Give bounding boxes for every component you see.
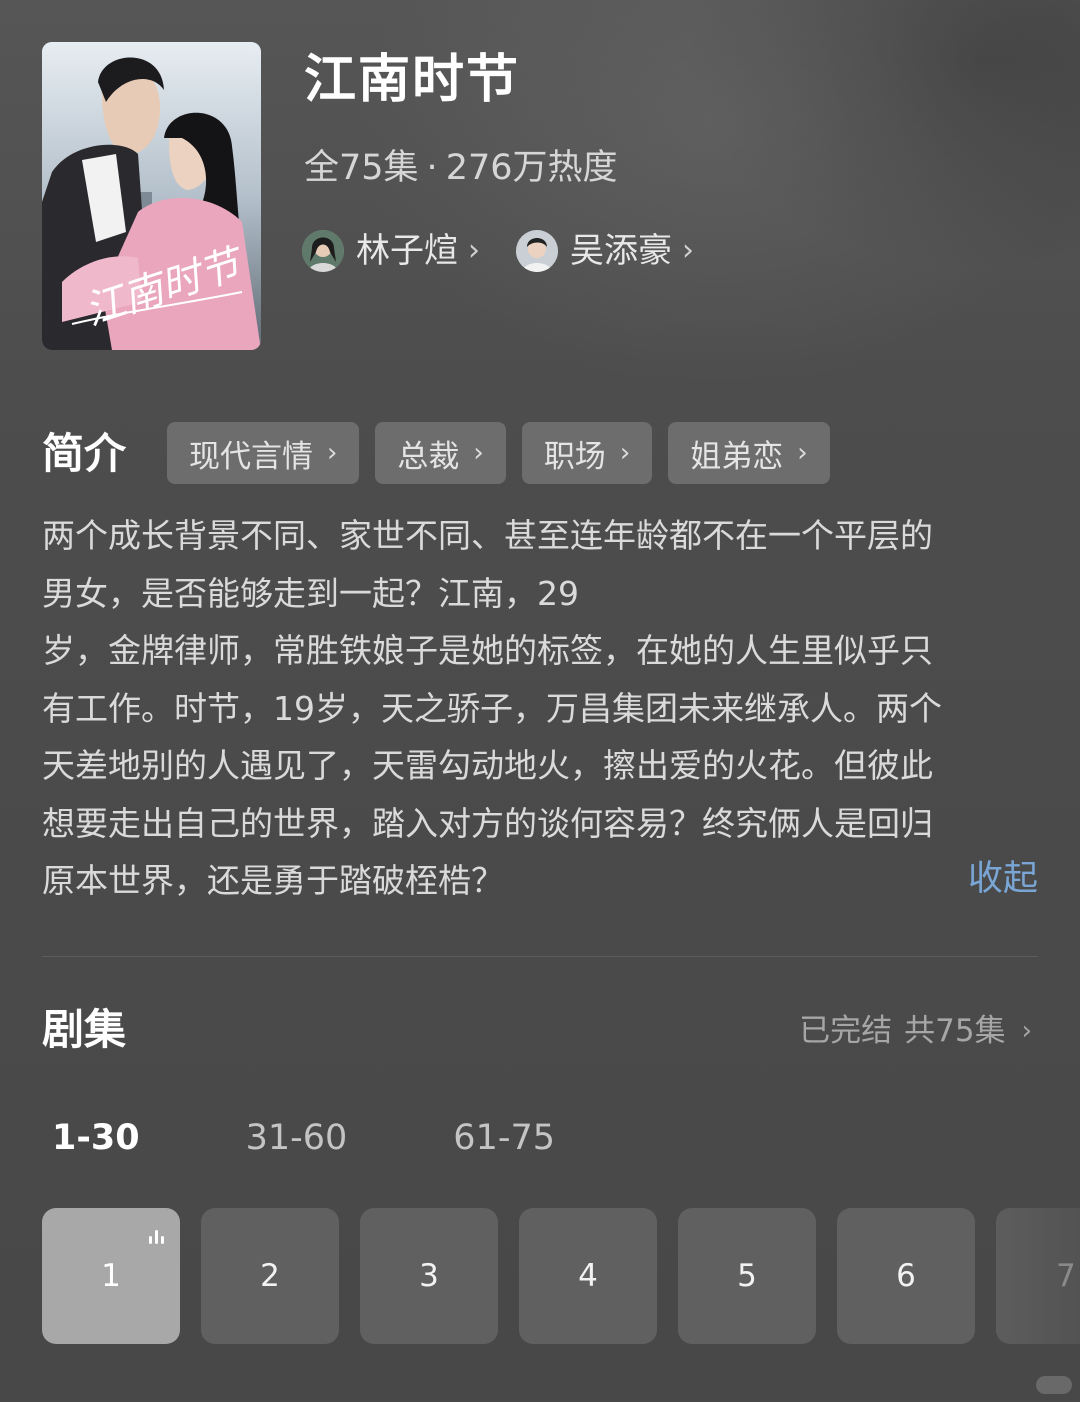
drama-detail-page: 江南时节 江南时节 全75集 · 276万热度 林子煊 › 吴添豪 › 简介 现…	[0, 0, 1080, 1402]
synopsis-text: 两个成长背景不同、家世不同、甚至连年龄都不在一个平层的 男女，是否能够走到一起？…	[42, 507, 1038, 910]
tag-label: 总裁	[397, 438, 460, 475]
tag-label: 姐弟恋	[690, 438, 784, 475]
chevron-right-icon: ›	[1021, 1016, 1032, 1046]
section-divider	[42, 956, 1038, 957]
actor-name: 吴添豪	[570, 231, 672, 271]
chevron-right-icon: ›	[327, 438, 338, 468]
intro-heading: 简介	[42, 429, 127, 478]
actor-link[interactable]: 林子煊 ›	[302, 226, 480, 276]
poster-artwork: 江南时节	[42, 42, 261, 350]
chevron-right-icon: ›	[797, 438, 808, 468]
synopsis-line: 两个成长背景不同、家世不同、甚至连年龄都不在一个平层的	[42, 516, 933, 555]
genre-tag[interactable]: 现代言情 ›	[167, 422, 360, 484]
actor-name: 林子煊	[356, 231, 458, 271]
episode-number: 3	[419, 1258, 439, 1294]
episode-button[interactable]: 6	[837, 1208, 975, 1344]
episode-button[interactable]: 4	[519, 1208, 657, 1344]
episode-number: 1	[101, 1258, 121, 1294]
chevron-right-icon: ›	[468, 233, 480, 268]
episode-button[interactable]: 5	[678, 1208, 816, 1344]
actor-list: 林子煊 › 吴添豪 ›	[302, 226, 730, 276]
synopsis-line: 天差地别的人遇见了，天雷勾动地火，擦出爱的火花。但彼此	[42, 746, 933, 785]
chevron-right-icon: ›	[619, 438, 631, 468]
playing-bars-icon	[146, 1228, 164, 1244]
watermark-badge	[1036, 1376, 1072, 1394]
drama-poster[interactable]: 江南时节	[42, 42, 261, 350]
episode-count: 共75集	[904, 1013, 1006, 1049]
episode-list: 1 2 3 4 5 6 7	[42, 1208, 1080, 1344]
episodes-status-link[interactable]: 已完结 共75集 ›	[799, 1006, 1032, 1056]
episode-number: 5	[737, 1258, 757, 1294]
genre-tag[interactable]: 姐弟恋 ›	[668, 422, 830, 484]
episode-button[interactable]: 1	[42, 1208, 180, 1344]
synopsis-line: 想要走出自己的世界，踏入对方的谈何容易？终究俩人是回归	[42, 803, 933, 843]
synopsis-line: 岁，金牌律师，常胜铁娘子是她的标签，在她的人生里似乎只	[42, 631, 933, 670]
episode-number: 7	[1056, 1258, 1076, 1294]
genre-tag[interactable]: 总裁 ›	[375, 422, 506, 484]
tag-label: 职场	[543, 438, 606, 475]
range-tab[interactable]: 31-60	[246, 1112, 348, 1164]
avatar	[516, 230, 558, 272]
completion-status: 已完结	[799, 1013, 893, 1049]
episode-button[interactable]: 7	[996, 1208, 1080, 1344]
drama-title: 江南时节	[304, 50, 521, 110]
collapse-link[interactable]: 收起	[968, 851, 1038, 908]
genre-tag[interactable]: 职场 ›	[521, 422, 653, 484]
synopsis-line: 男女，是否能够走到一起？江南，29	[42, 573, 579, 613]
avatar	[302, 230, 344, 272]
meta-separator: ·	[426, 148, 438, 188]
drama-meta: 全75集 · 276万热度	[304, 142, 618, 194]
episodes-heading: 剧集	[42, 1005, 127, 1054]
actor-link[interactable]: 吴添豪 ›	[516, 226, 694, 276]
genre-tags: 现代言情 › 总裁 › 职场 › 姐弟恋 ›	[167, 422, 846, 484]
episode-range-tabs: 1-30 31-60 61-75	[52, 1112, 661, 1164]
synopsis-line: 有工作。时节，19岁，天之骄子，万昌集团未来继承人。两个	[42, 688, 942, 728]
episode-total: 全75集	[304, 148, 419, 188]
tag-label: 现代言情	[189, 438, 313, 475]
episode-number: 4	[578, 1258, 598, 1294]
chevron-right-icon: ›	[473, 438, 484, 468]
range-tab[interactable]: 1-30	[52, 1112, 140, 1164]
episode-button[interactable]: 3	[360, 1208, 498, 1344]
range-tab[interactable]: 61-75	[453, 1112, 555, 1164]
episode-button[interactable]: 2	[201, 1208, 339, 1344]
synopsis-line: 原本世界，还是勇于踏破桎梏？	[42, 861, 504, 900]
popularity: 276万热度	[445, 148, 618, 188]
episode-number: 6	[896, 1258, 916, 1294]
chevron-right-icon: ›	[682, 233, 694, 268]
episode-number: 2	[260, 1258, 280, 1294]
